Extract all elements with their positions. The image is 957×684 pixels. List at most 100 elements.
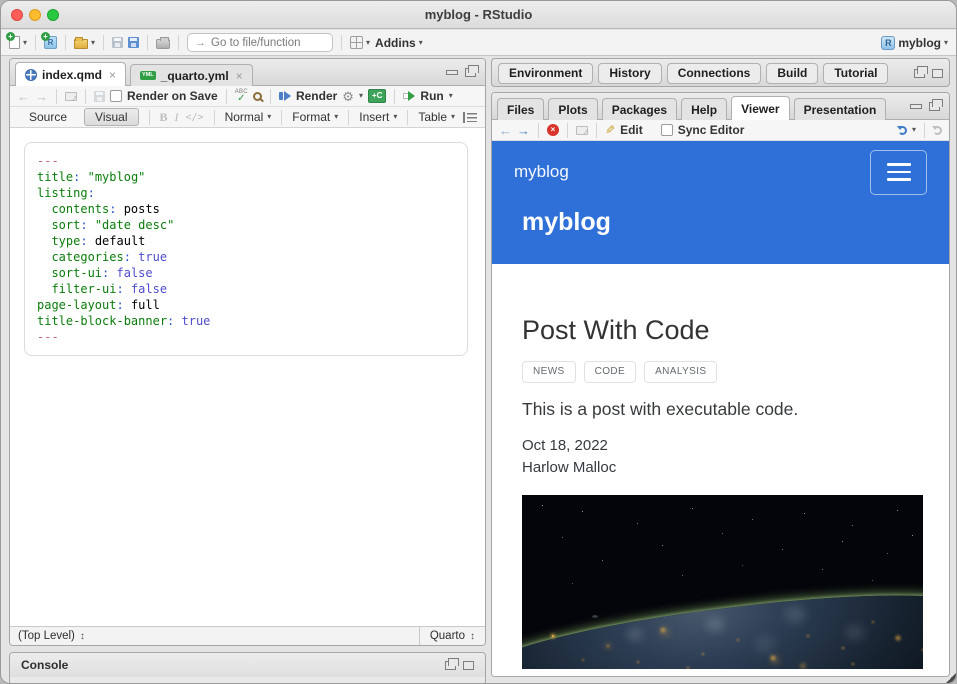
divider: [65, 35, 66, 50]
chevron-down-icon[interactable]: ▾: [449, 92, 453, 100]
window-resize-grip[interactable]: [946, 673, 956, 683]
badge-news[interactable]: NEWS: [522, 361, 576, 383]
tab-plots[interactable]: Plots: [548, 98, 597, 120]
forward-icon[interactable]: →: [35, 89, 48, 104]
insert-chunk-icon[interactable]: +C: [368, 89, 386, 103]
tab-label: _quarto.yml: [161, 69, 229, 83]
code-line: sort: "date desc": [37, 217, 455, 233]
maximize-pane-icon[interactable]: [465, 68, 476, 77]
tab-index-qmd[interactable]: index.qmd ×: [15, 62, 126, 86]
goto-file-search[interactable]: →: [187, 33, 333, 52]
check-icon: ✓: [237, 94, 245, 104]
window-title: myblog - RStudio: [1, 7, 956, 22]
tab-connections[interactable]: Connections: [667, 63, 762, 84]
console-header[interactable]: Console: [10, 653, 485, 677]
yaml-code-block[interactable]: ---title: "myblog"listing: contents: pos…: [24, 142, 468, 356]
save-button[interactable]: [112, 37, 123, 48]
title-banner: myblog: [492, 203, 949, 264]
scope-selector[interactable]: (Top Level) ↕: [10, 630, 419, 642]
open-new-window-icon[interactable]: [576, 126, 588, 135]
find-replace-icon[interactable]: [253, 92, 262, 101]
forward-icon[interactable]: →: [517, 123, 530, 138]
filetype-selector[interactable]: Quarto ↕: [419, 627, 485, 645]
badge-code[interactable]: CODE: [584, 361, 637, 383]
code-line: contents: posts: [37, 201, 455, 217]
bold-button[interactable]: B: [160, 110, 168, 125]
source-mode-button[interactable]: Source: [19, 109, 77, 125]
render-on-save-label: Render on Save: [127, 89, 218, 103]
goto-file-input[interactable]: [211, 37, 321, 49]
sync-editor-checkbox[interactable]: [661, 124, 673, 136]
console-title: Console: [21, 658, 68, 672]
insert-menu[interactable]: Insert ▾: [359, 110, 397, 124]
minimize-pane-icon[interactable]: [446, 70, 458, 75]
sync-publish-icon[interactable]: [898, 126, 907, 135]
city-lights-decoration: [552, 635, 554, 637]
tab-help[interactable]: Help: [681, 98, 727, 120]
tab-packages[interactable]: Packages: [602, 98, 677, 120]
gear-icon[interactable]: ⚙: [342, 90, 354, 103]
chevron-down-icon[interactable]: ▾: [23, 39, 27, 47]
tab-quarto-yml[interactable]: YML _quarto.yml ×: [130, 64, 253, 86]
chevron-down-icon[interactable]: ▾: [91, 39, 95, 47]
chevron-down-icon[interactable]: ▾: [912, 126, 916, 134]
divider: [85, 89, 86, 104]
save-document-icon[interactable]: [94, 91, 105, 102]
new-project-button[interactable]: R: [44, 36, 57, 49]
save-all-button[interactable]: [128, 37, 139, 48]
chevron-down-icon[interactable]: ▾: [359, 92, 363, 100]
render-button[interactable]: Render: [296, 89, 337, 103]
stop-icon[interactable]: ×: [547, 124, 559, 136]
format-menu[interactable]: Format ▾: [292, 110, 338, 124]
visual-editor-content[interactable]: ---title: "myblog"listing: contents: pos…: [10, 128, 485, 626]
maximize-pane-icon[interactable]: [929, 102, 940, 111]
addins-button[interactable]: Addins ▾: [375, 36, 423, 50]
editor-toolbar: ← → Render on Save ABC ✓ Render ⚙ ▾ +C R…: [10, 86, 485, 107]
code-token: [37, 234, 51, 248]
back-icon[interactable]: ←: [499, 123, 512, 138]
print-button[interactable]: [156, 39, 170, 49]
visual-mode-button[interactable]: Visual: [84, 108, 138, 126]
italic-button[interactable]: I: [175, 110, 179, 125]
restore-pane-icon[interactable]: [914, 69, 925, 78]
tab-viewer[interactable]: Viewer: [731, 96, 789, 120]
edit-button[interactable]: Edit: [620, 123, 643, 137]
badge-analysis[interactable]: ANALYSIS: [644, 361, 717, 383]
workspace-panes-button[interactable]: ▾: [350, 36, 370, 49]
run-button[interactable]: Run: [420, 89, 443, 103]
new-file-button[interactable]: ▾: [9, 36, 27, 49]
blog-navbar: myblog: [492, 141, 949, 203]
earth-horizon: [522, 576, 923, 669]
outline-icon[interactable]: [463, 112, 476, 123]
navbar-brand[interactable]: myblog: [514, 162, 569, 182]
spellcheck-icon[interactable]: ABC ✓: [235, 89, 248, 104]
tab-presentation[interactable]: Presentation: [794, 98, 887, 120]
tab-history[interactable]: History: [598, 63, 661, 84]
code-token: [37, 202, 51, 216]
tab-tutorial[interactable]: Tutorial: [823, 63, 888, 84]
refresh-icon[interactable]: [933, 126, 942, 135]
hamburger-menu-button[interactable]: [870, 150, 927, 195]
tab-build[interactable]: Build: [766, 63, 818, 84]
back-icon[interactable]: ←: [17, 89, 30, 104]
code-token: :: [116, 298, 123, 312]
render-on-save-checkbox[interactable]: [110, 90, 122, 102]
paragraph-style-dropdown[interactable]: Normal ▾: [225, 110, 272, 124]
close-tab-icon[interactable]: ×: [236, 69, 243, 83]
open-file-button[interactable]: ▾: [74, 37, 95, 49]
tab-files[interactable]: Files: [497, 98, 544, 120]
code-token: "myblog": [88, 170, 146, 184]
code-format-button[interactable]: </>: [186, 112, 204, 123]
minimize-pane-icon[interactable]: [910, 104, 922, 109]
edit-pencil-icon[interactable]: ✎: [605, 124, 615, 136]
open-new-window-icon[interactable]: [65, 92, 77, 101]
tab-environment[interactable]: Environment: [498, 63, 593, 84]
maximize-pane-icon[interactable]: [932, 69, 943, 78]
code-token: true: [174, 314, 210, 328]
restore-pane-icon[interactable]: [445, 661, 456, 670]
maximize-pane-icon[interactable]: [463, 661, 474, 670]
project-menu-button[interactable]: R myblog ▾: [881, 36, 948, 50]
close-tab-icon[interactable]: ×: [109, 68, 116, 82]
table-menu[interactable]: Table ▾: [418, 110, 455, 124]
table-menu-label: Table: [418, 110, 447, 124]
